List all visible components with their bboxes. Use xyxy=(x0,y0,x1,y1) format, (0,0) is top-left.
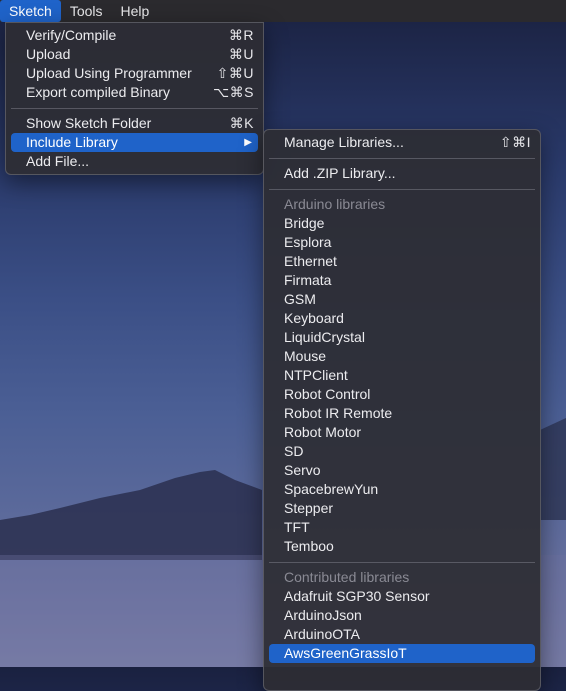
library-item[interactable]: Mouse xyxy=(269,347,535,366)
library-item[interactable]: ArduinoJson xyxy=(269,606,535,625)
sketch-dropdown-menu: Verify/Compile ⌘R Upload ⌘U Upload Using… xyxy=(5,22,264,175)
library-item[interactable]: TFT xyxy=(269,518,535,537)
add-file-label: Add File... xyxy=(26,153,90,169)
library-item[interactable]: Stepper xyxy=(269,499,535,518)
verify-compile-item[interactable]: Verify/Compile ⌘R xyxy=(11,26,258,45)
library-item[interactable]: Temboo xyxy=(269,537,535,556)
library-item[interactable]: SD xyxy=(269,442,535,461)
menu-bar: Sketch Tools Help xyxy=(0,0,566,22)
upload-using-programmer-item[interactable]: Upload Using Programmer ⇧⌘U xyxy=(11,64,258,83)
verify-compile-shortcut: ⌘R xyxy=(228,27,254,43)
verify-compile-label: Verify/Compile xyxy=(26,27,117,43)
library-item[interactable]: GSM xyxy=(269,290,535,309)
include-library-label: Include Library xyxy=(26,134,118,150)
add-file-item[interactable]: Add File... xyxy=(11,152,258,171)
show-sketch-folder-shortcut: ⌘K xyxy=(229,115,254,131)
add-zip-library-item[interactable]: Add .ZIP Library... xyxy=(269,164,535,183)
show-sketch-folder-item[interactable]: Show Sketch Folder ⌘K xyxy=(11,114,258,133)
manage-libraries-item[interactable]: Manage Libraries... ⇧⌘I xyxy=(269,133,535,152)
export-compiled-binary-shortcut: ⌥⌘S xyxy=(213,84,254,100)
menu-separator xyxy=(269,158,535,159)
library-item[interactable]: Firmata xyxy=(269,271,535,290)
show-sketch-folder-label: Show Sketch Folder xyxy=(26,115,152,131)
include-library-submenu: Manage Libraries... ⇧⌘I Add .ZIP Library… xyxy=(263,129,541,691)
library-item[interactable]: Keyboard xyxy=(269,309,535,328)
add-zip-library-label: Add .ZIP Library... xyxy=(284,165,396,181)
menu-separator xyxy=(269,189,535,190)
upload-shortcut: ⌘U xyxy=(228,46,254,62)
manage-libraries-shortcut: ⇧⌘I xyxy=(499,134,531,150)
library-item[interactable]: Ethernet xyxy=(269,252,535,271)
library-item[interactable]: Esplora xyxy=(269,233,535,252)
upload-item[interactable]: Upload ⌘U xyxy=(11,45,258,64)
library-item[interactable]: Servo xyxy=(269,461,535,480)
manage-libraries-label: Manage Libraries... xyxy=(284,134,404,150)
library-item[interactable]: NTPClient xyxy=(269,366,535,385)
include-library-item[interactable]: Include Library ▶ xyxy=(11,133,258,152)
contributed-libraries-header: Contributed libraries xyxy=(284,569,410,585)
library-item[interactable]: SpacebrewYun xyxy=(269,480,535,499)
menu-help[interactable]: Help xyxy=(112,0,159,22)
arduino-libraries-header: Arduino libraries xyxy=(284,196,386,212)
export-compiled-binary-item[interactable]: Export compiled Binary ⌥⌘S xyxy=(11,83,258,102)
menu-separator xyxy=(11,108,258,109)
upload-using-programmer-label: Upload Using Programmer xyxy=(26,65,192,81)
export-compiled-binary-label: Export compiled Binary xyxy=(26,84,170,100)
library-item[interactable]: ArduinoOTA xyxy=(269,625,535,644)
upload-label: Upload xyxy=(26,46,71,62)
library-item[interactable]: Robot IR Remote xyxy=(269,404,535,423)
menu-separator xyxy=(269,562,535,563)
menu-sketch[interactable]: Sketch xyxy=(0,0,61,22)
upload-using-programmer-shortcut: ⇧⌘U xyxy=(216,65,254,81)
library-item[interactable]: Adafruit SGP30 Sensor xyxy=(269,587,535,606)
library-item[interactable]: Robot Motor xyxy=(269,423,535,442)
submenu-arrow-icon: ▶ xyxy=(244,137,252,148)
library-item[interactable]: AwsGreenGrassIoT xyxy=(269,644,535,663)
library-item[interactable]: Robot Control xyxy=(269,385,535,404)
library-item[interactable]: LiquidCrystal xyxy=(269,328,535,347)
library-item[interactable]: Bridge xyxy=(269,214,535,233)
menu-tools[interactable]: Tools xyxy=(61,0,112,22)
